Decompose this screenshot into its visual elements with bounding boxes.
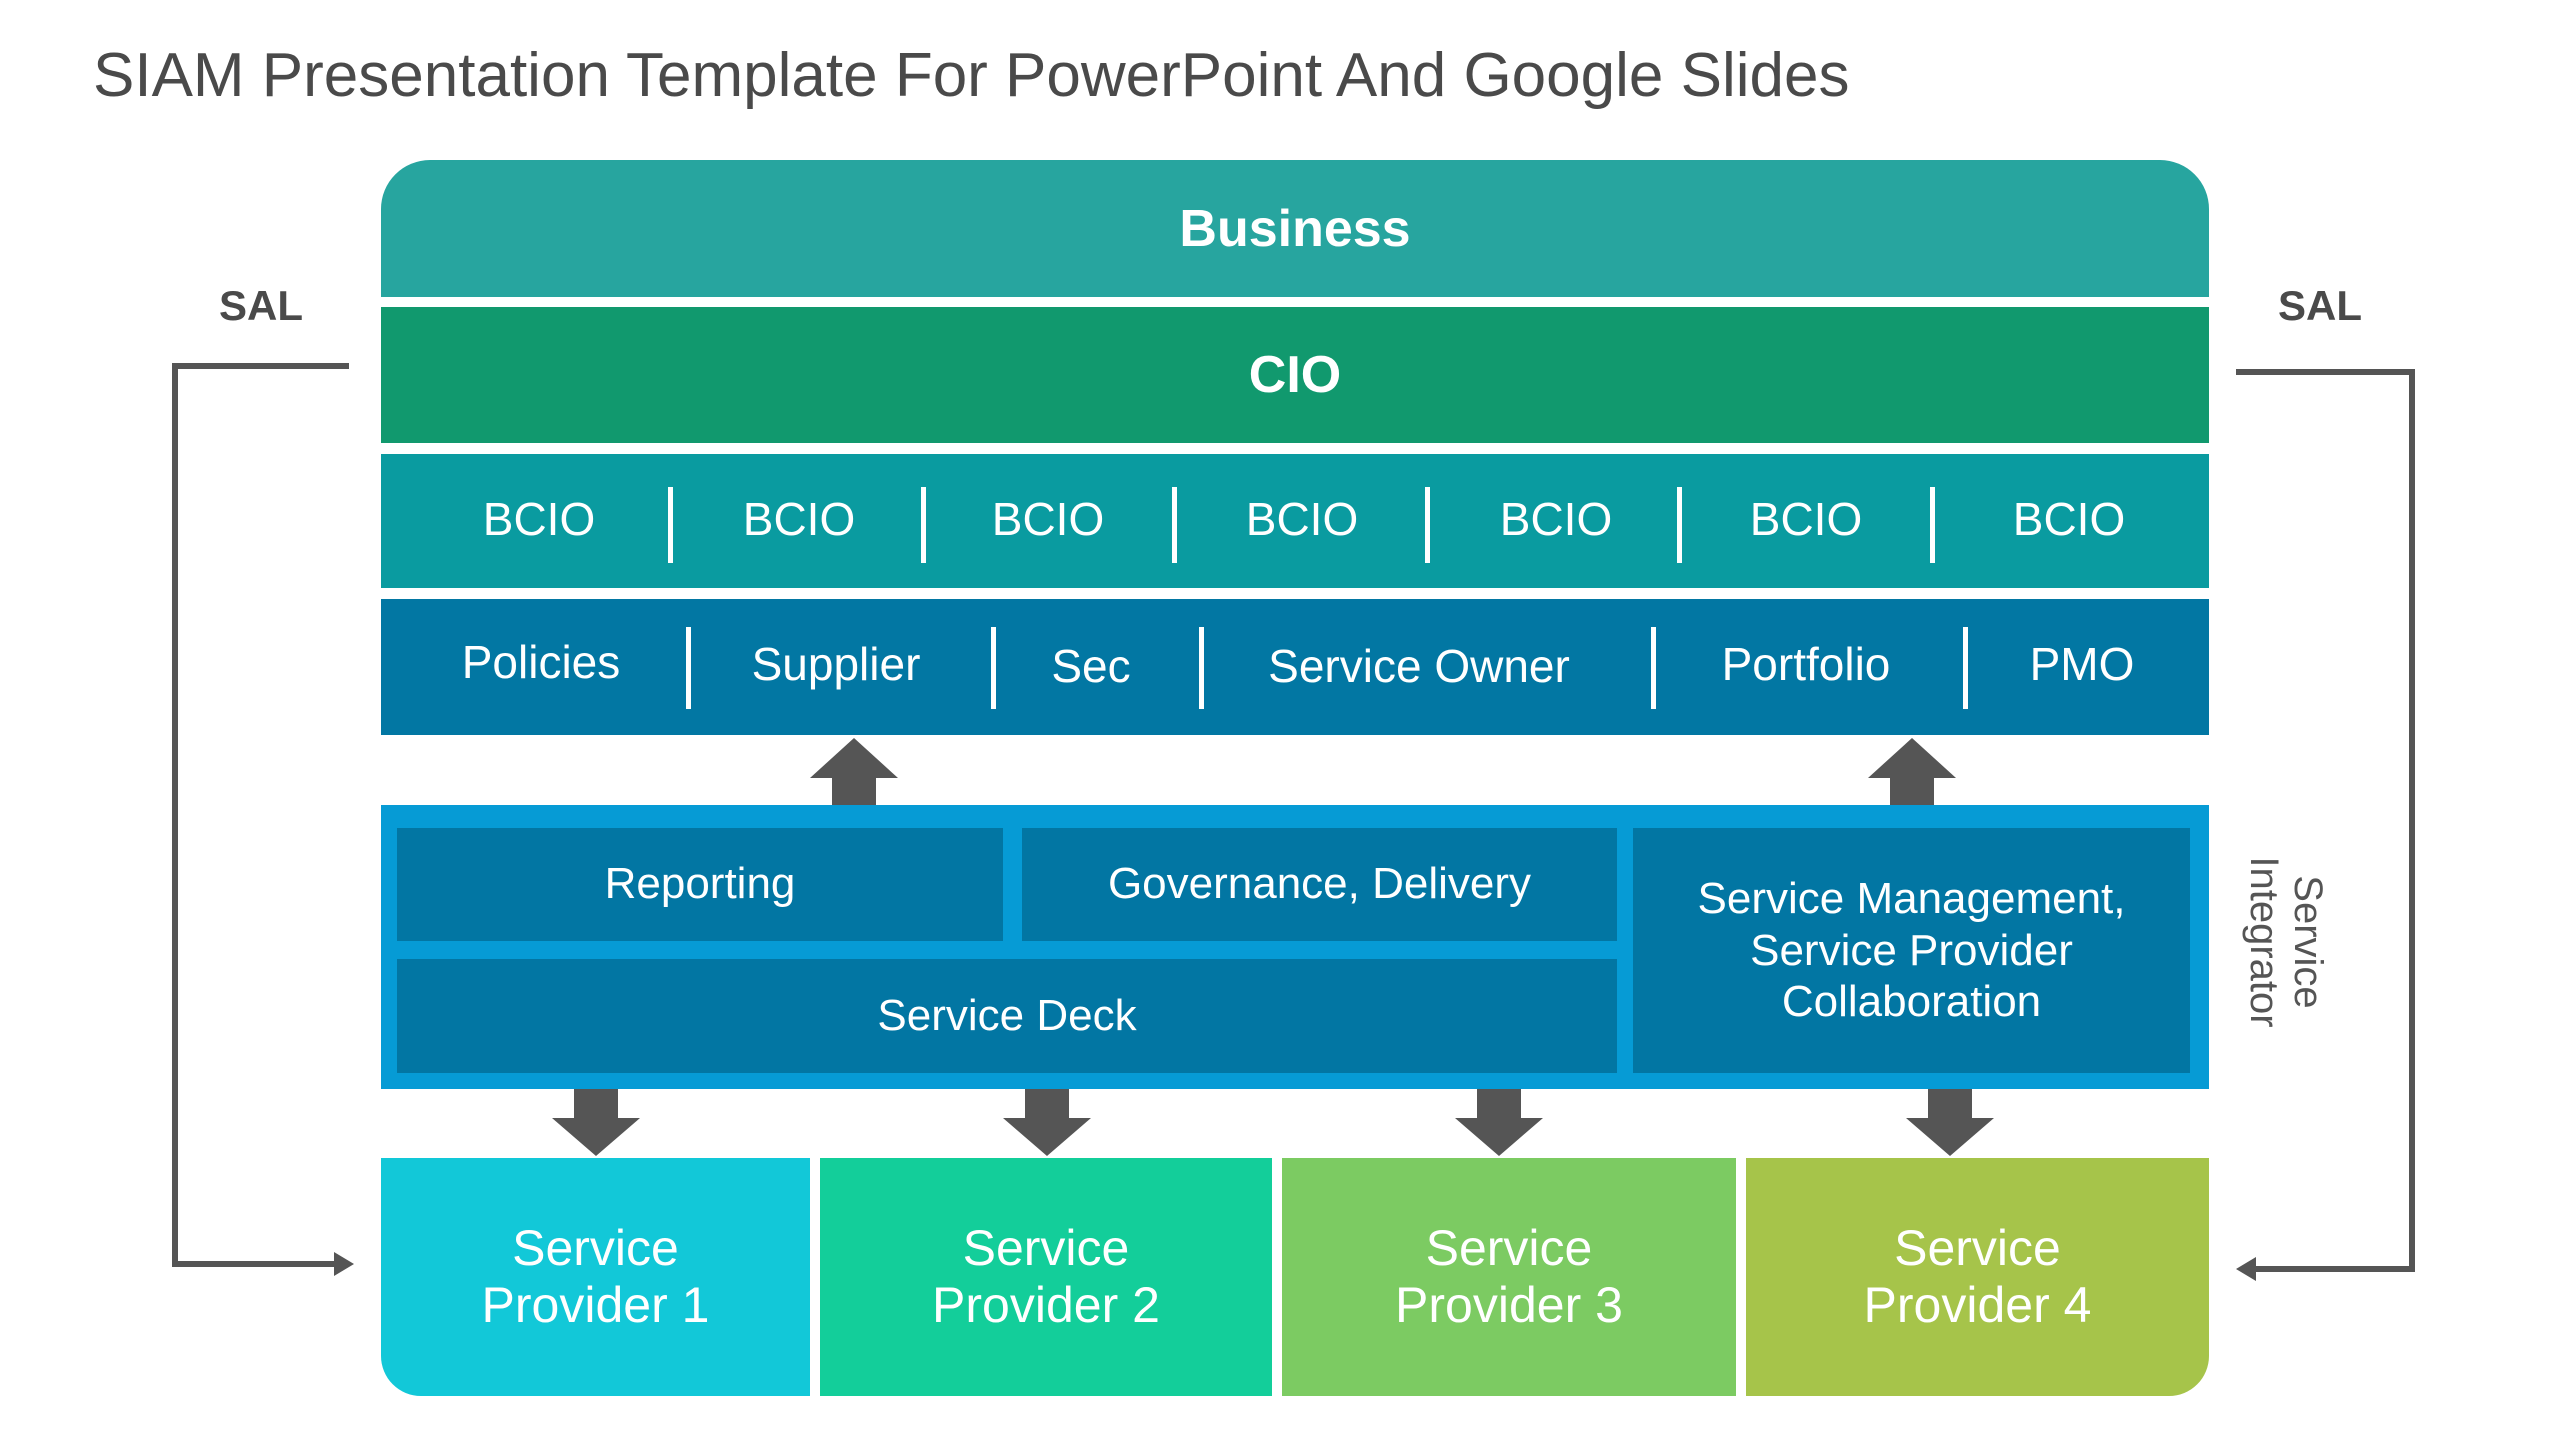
down-arrow-icon <box>1906 1089 1994 1156</box>
functions-layer: Policies Supplier Sec Service Owner Port… <box>381 599 2209 735</box>
divider <box>1651 627 1656 709</box>
sal-left-connector <box>172 363 349 1267</box>
divider <box>1677 487 1682 563</box>
divider <box>991 627 996 709</box>
bcio-layer: BCIO BCIO BCIO BCIO BCIO BCIO BCIO <box>381 454 2209 588</box>
service-deck-cell: Service Deck <box>397 959 1617 1073</box>
sal-right-arrowhead <box>2236 1257 2256 1281</box>
sal-right-label: SAL <box>2278 282 2362 329</box>
reporting-cell: Reporting <box>397 828 1003 941</box>
bcio-label: BCIO <box>742 493 856 545</box>
service-provider-1: Service Provider 1 <box>381 1158 810 1396</box>
divider <box>1425 487 1430 563</box>
bcio-label: BCIO <box>1499 493 1613 545</box>
provider-label: Service <box>1425 1219 1593 1276</box>
governance-label: Governance, Delivery <box>1107 859 1532 909</box>
sal-right-connector <box>2236 369 2415 1272</box>
function-label: Sec <box>1051 640 1131 692</box>
service-integrator-label: Service Integrator <box>2242 856 2330 1027</box>
function-label: PMO <box>2029 638 2135 690</box>
reporting-label: Reporting <box>604 859 796 909</box>
divider <box>1963 627 1968 709</box>
function-label: Supplier <box>751 638 921 690</box>
function-label: Service Owner <box>1268 640 1570 692</box>
divider <box>921 487 926 563</box>
sal-left-arrowhead <box>334 1252 354 1276</box>
service-provider-2: Service Provider 2 <box>820 1158 1272 1396</box>
bcio-label: BCIO <box>482 493 596 545</box>
provider-label: Service <box>1894 1219 2061 1276</box>
provider-label: Service <box>962 1219 1130 1276</box>
governance-cell: Governance, Delivery <box>1022 828 1617 941</box>
divider <box>1199 627 1204 709</box>
bcio-label: BCIO <box>1749 493 1863 545</box>
sal-left-label: SAL <box>219 282 303 329</box>
divider <box>668 487 673 563</box>
provider-label: Service <box>512 1219 679 1276</box>
service-management-line: Service Provider <box>1750 925 2073 975</box>
divider <box>1172 487 1177 563</box>
service-management-cell: Service Management, Service Provider Col… <box>1633 828 2190 1073</box>
function-label: Portfolio <box>1721 638 1891 690</box>
service-provider-4: Service Provider 4 <box>1746 1158 2209 1396</box>
up-arrow-icon <box>1868 738 1956 805</box>
down-arrow-icon <box>1003 1089 1091 1156</box>
up-arrow-icon <box>810 738 898 805</box>
bcio-label: BCIO <box>991 493 1105 545</box>
provider-label: Provider 4 <box>1863 1277 2092 1333</box>
provider-label: Provider 1 <box>481 1277 710 1333</box>
provider-label: Provider 3 <box>1395 1277 1623 1333</box>
service-integrator-line: Integrator <box>2242 856 2286 1028</box>
business-layer: Business <box>381 160 2209 297</box>
service-management-line: Collaboration <box>1781 977 2042 1027</box>
bcio-label: BCIO <box>1245 493 1359 545</box>
bcio-label: BCIO <box>2012 493 2126 545</box>
business-label: Business <box>1179 199 1411 258</box>
service-provider-3: Service Provider 3 <box>1282 1158 1736 1396</box>
divider <box>1930 487 1935 563</box>
down-arrow-icon <box>552 1089 640 1156</box>
service-management-line: Service Management, <box>1697 873 2126 923</box>
cio-layer: CIO <box>381 307 2209 443</box>
service-integrator-line: Service <box>2286 875 2330 1009</box>
divider <box>686 627 691 709</box>
cio-label: CIO <box>1248 346 1342 404</box>
down-arrow-icon <box>1455 1089 1543 1156</box>
provider-label: Provider 2 <box>932 1277 1160 1333</box>
function-label: Policies <box>461 636 621 688</box>
service-deck-label: Service Deck <box>877 990 1137 1040</box>
